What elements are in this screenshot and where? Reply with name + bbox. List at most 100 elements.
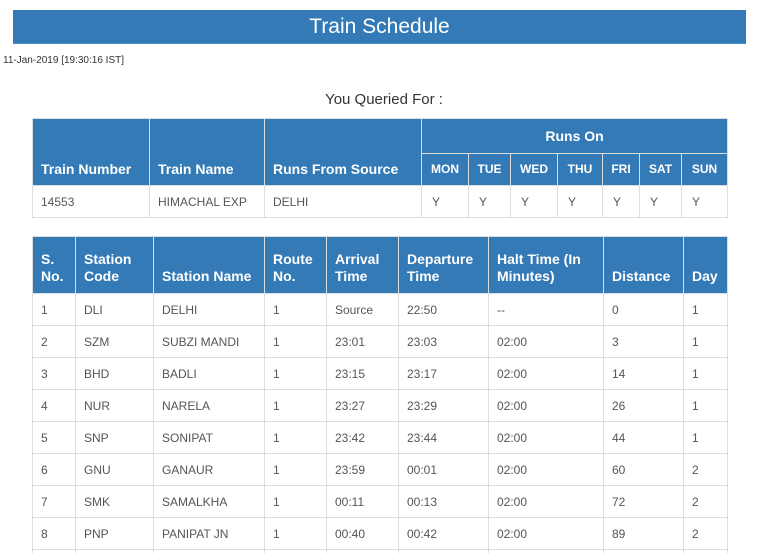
day: 2 [683,517,728,550]
header-station-name: Station Name [153,236,265,294]
halt-time: 02:00 [488,357,604,390]
day: 1 [683,389,728,422]
page: Train Schedule 11-Jan-2019 [19:30:16 IST… [0,0,768,553]
halt-time: -- [488,293,604,326]
queried-for-label: You Queried For : [325,91,443,108]
table-row-partial [32,549,728,553]
halt-time: 02:00 [488,453,604,486]
arrival-time: 00:40 [326,517,399,550]
departure-time: 22:50 [398,293,489,326]
route-no: 1 [264,485,327,518]
header-train-number: Train Number [32,118,150,186]
serial-no: 8 [32,517,76,550]
day: 2 [683,453,728,486]
station-code: BHD [75,357,154,390]
day [683,549,728,553]
header-day-fri: FRI [602,153,640,186]
station-name: SUBZI MANDI [153,325,265,358]
table-row: 5 SNP SONIPAT 1 23:42 23:44 02:00 44 1 [32,421,728,454]
header-day-thu: THU [557,153,603,186]
arrival-time: Source [326,293,399,326]
route-no: 1 [264,421,327,454]
page-title: Train Schedule [13,10,746,44]
timestamp: 11-Jan-2019 [19:30:16 IST] [3,55,125,66]
departure-time: 00:01 [398,453,489,486]
header-route-no: Route No. [264,236,327,294]
arrival-time: 23:42 [326,421,399,454]
station-code: SMK [75,485,154,518]
train-info-table: Train Number Train Name Runs From Source… [32,118,729,218]
train-name: HIMACHAL EXP [149,185,265,218]
station-code [75,549,154,553]
arrival-time: 23:59 [326,453,399,486]
serial-no: 1 [32,293,76,326]
header-train-name: Train Name [149,118,265,186]
header-departure-time: Departure Time [398,236,489,294]
route-table-body: 1 DLI DELHI 1 Source 22:50 -- 0 1 2 SZM SUBZI MANDI… [32,293,728,553]
halt-time: 02:00 [488,389,604,422]
distance: 26 [603,389,684,422]
header-day-wed: WED [510,153,558,186]
distance: 0 [603,293,684,326]
serial-no: 7 [32,485,76,518]
header-day-mon: MON [421,153,469,186]
route-no: 1 [264,357,327,390]
table-row: 7 SMK SAMALKHA 1 00:11 00:13 02:00 72 2 [32,485,728,518]
train-info-row: 14553 HIMACHAL EXP DELHI Y Y Y Y Y Y Y [32,185,729,218]
runs-mon: Y [421,185,469,218]
day: 1 [683,421,728,454]
table-row: 2 SZM SUBZI MANDI 1 23:01 23:03 02:00 3 1 [32,325,728,358]
day: 2 [683,485,728,518]
serial-no: 4 [32,389,76,422]
route-no [264,549,327,553]
arrival-time: 23:27 [326,389,399,422]
station-name: DELHI [153,293,265,326]
halt-time: 02:00 [488,325,604,358]
table-row: 1 DLI DELHI 1 Source 22:50 -- 0 1 [32,293,728,326]
station-name: BADLI [153,357,265,390]
station-code: PNP [75,517,154,550]
station-code: SZM [75,325,154,358]
serial-no: 6 [32,453,76,486]
departure-time: 23:44 [398,421,489,454]
header-day-sun: SUN [680,153,729,186]
departure-time: 23:29 [398,389,489,422]
runs-from-source: DELHI [264,185,422,218]
header-day: Day [683,236,728,294]
day: 1 [683,357,728,390]
runs-sat: Y [639,185,682,218]
route-table: S. No. Station Code Station Name Route N… [32,236,728,553]
distance: 14 [603,357,684,390]
header-arrival-time: Arrival Time [326,236,399,294]
departure-time: 23:17 [398,357,489,390]
distance: 60 [603,453,684,486]
route-no: 1 [264,389,327,422]
serial-no: 2 [32,325,76,358]
station-code: GNU [75,453,154,486]
station-code: DLI [75,293,154,326]
halt-time: 02:00 [488,421,604,454]
header-serial-no: S. No. [32,236,76,294]
distance: 3 [603,325,684,358]
table-row: 3 BHD BADLI 1 23:15 23:17 02:00 14 1 [32,357,728,390]
table-row: 4 NUR NARELA 1 23:27 23:29 02:00 26 1 [32,389,728,422]
route-no: 1 [264,325,327,358]
serial-no: 5 [32,421,76,454]
departure-time [398,549,489,553]
arrival-time [326,549,399,553]
distance: 72 [603,485,684,518]
runs-wed: Y [510,185,558,218]
header-day-sat: SAT [639,153,682,186]
table-row: 8 PNP PANIPAT JN 1 00:40 00:42 02:00 89 2 [32,517,728,550]
station-code: SNP [75,421,154,454]
arrival-time: 00:11 [326,485,399,518]
arrival-time: 23:01 [326,325,399,358]
header-distance: Distance [603,236,684,294]
distance: 89 [603,517,684,550]
station-name: GANAUR [153,453,265,486]
route-no: 1 [264,453,327,486]
halt-time [488,549,604,553]
distance: 44 [603,421,684,454]
station-name: SONIPAT [153,421,265,454]
day: 1 [683,325,728,358]
